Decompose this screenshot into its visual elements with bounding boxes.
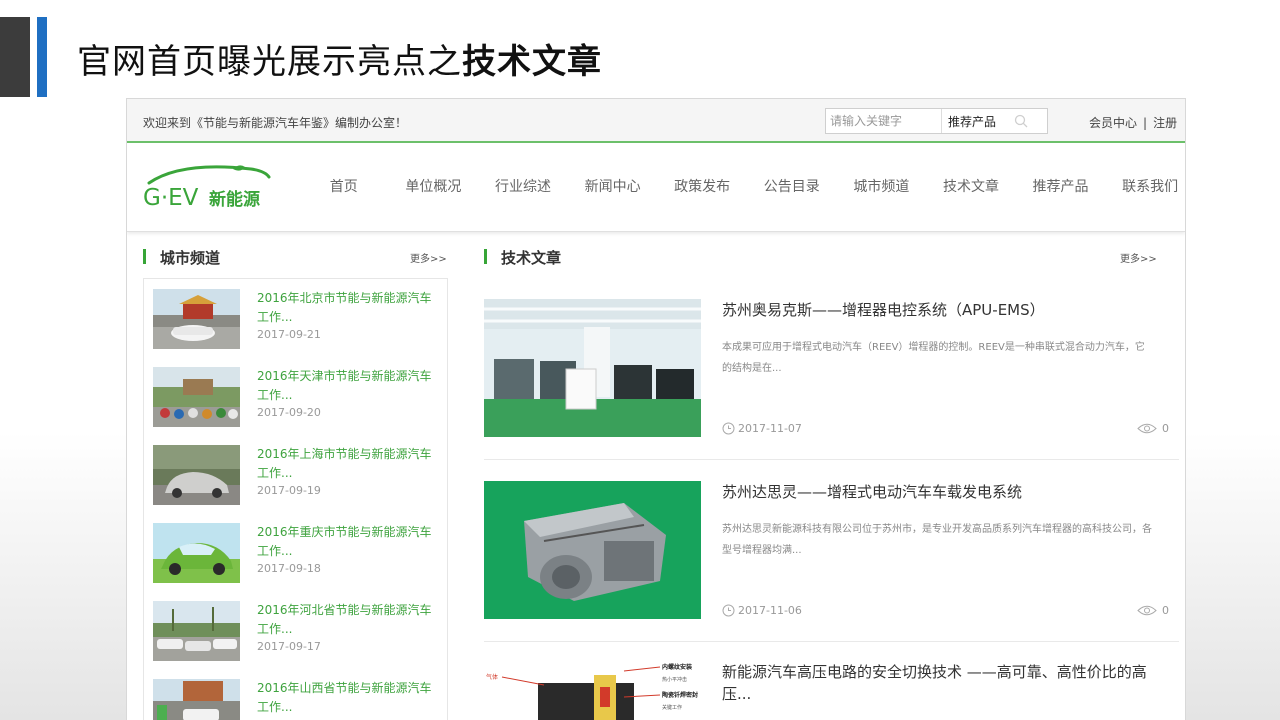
slide-title-bold: 技术文章 (462, 42, 602, 82)
nav-item-overview[interactable]: 单位概况 (389, 176, 479, 196)
city-item-title[interactable]: 2016年天津市节能与新能源汽车工作... (257, 367, 437, 405)
nav-item-policy[interactable]: 政策发布 (657, 176, 747, 196)
article-date-text: 2017-11-07 (738, 422, 802, 435)
list-item[interactable]: 2016年上海市节能与新能源汽车工作... 2017-09-19 (153, 445, 443, 507)
member-center-link[interactable]: 会员中心 (1089, 116, 1137, 130)
register-link[interactable]: 注册 (1153, 116, 1177, 130)
section-accent (484, 249, 487, 264)
article-title[interactable]: 苏州奥易克斯——增程器电控系统（APU-EMS） (722, 299, 1172, 321)
article-item[interactable]: 苏州达思灵——增程式电动汽车车载发电系统 苏州达思灵新能源科技有限公司位于苏州市… (484, 481, 1179, 641)
eye-icon (1137, 605, 1157, 616)
city-item-date: 2017-09-21 (257, 328, 321, 341)
article-views: 0 (1137, 422, 1169, 435)
nav-item-home[interactable]: 首页 (299, 176, 389, 196)
city-item-title[interactable]: 2016年重庆市节能与新能源汽车工作... (257, 523, 437, 561)
section-accent (143, 249, 146, 264)
gev-logo[interactable]: G·EV 新能源 (141, 163, 277, 213)
article-title[interactable]: 新能源汽车高压电路的安全切换技术 ——高可靠、高性价比的高压... (722, 661, 1162, 705)
article-divider (484, 641, 1179, 642)
city-thumbnail[interactable] (153, 601, 240, 661)
tech-articles-section: 技术文章 更多>> 苏州奥易克斯——增程器电控系统（APU-EMS） 本成果可应… (484, 247, 1179, 720)
diagram-label-3: 气体 (486, 673, 498, 681)
article-image-lab[interactable] (484, 299, 701, 437)
city-thumbnail[interactable] (153, 367, 240, 427)
list-item[interactable]: 2016年河北省节能与新能源汽车工作... 2017-09-17 (153, 601, 443, 663)
logo-brand-cn-text: 新能源 (209, 189, 260, 210)
search-type-select[interactable]: 推荐产品 (942, 113, 1012, 130)
article-image-relay-diagram[interactable]: 内螺纹安装 陶瓷钎焊密封 气体 热小平冲击 关键工作 (484, 661, 701, 720)
search-box: 推荐产品 (825, 108, 1048, 134)
article-item[interactable]: 苏州奥易克斯——增程器电控系统（APU-EMS） 本成果可应用于增程式电动汽车（… (484, 299, 1179, 459)
tech-articles-header: 技术文章 更多>> (484, 247, 1179, 267)
clock-icon (722, 604, 735, 617)
city-item-title[interactable]: 2016年山西省节能与新能源汽车工作... (257, 679, 437, 717)
main-nav: G·EV 新能源 首页 单位概况 行业综述 新闻中心 政策发布 公告目录 城市频… (127, 143, 1185, 232)
city-item-title[interactable]: 2016年河北省节能与新能源汽车工作... (257, 601, 437, 639)
city-thumbnail[interactable] (153, 679, 240, 720)
list-item[interactable]: 2016年北京市节能与新能源汽车工作... 2017-09-21 (153, 289, 443, 351)
nav-item-tech[interactable]: 技术文章 (926, 176, 1016, 196)
logo-brand-text: G·EV (143, 185, 199, 211)
city-list: 2016年北京市节能与新能源汽车工作... 2017-09-21 2016年天津… (143, 278, 448, 720)
article-date-text: 2017-11-06 (738, 604, 802, 617)
article-views-count: 0 (1162, 422, 1169, 435)
city-item-date: 2017-09-17 (257, 640, 321, 653)
article-title[interactable]: 苏州达思灵——增程式电动汽车车载发电系统 (722, 481, 1172, 503)
nav-item-catalog[interactable]: 公告目录 (747, 176, 837, 196)
article-desc: 苏州达思灵新能源科技有限公司位于苏州市，是专业开发高品质系列汽车增程器的高科技公… (722, 524, 1152, 556)
clock-icon (722, 422, 735, 435)
website-screenshot: 欢迎来到《节能与新能源汽车年鉴》编制办公室！ 推荐产品 会员中心 | 注册 G·EV… (126, 98, 1186, 720)
tech-articles-title: 技术文章 (501, 249, 562, 267)
article-divider (484, 459, 1179, 460)
list-item[interactable]: 2016年天津市节能与新能源汽车工作... 2017-09-20 (153, 367, 443, 429)
diagram-label-4: 热小平冲击 (662, 676, 687, 683)
nav-item-contact[interactable]: 联系我们 (1105, 176, 1185, 196)
top-bar: 欢迎来到《节能与新能源汽车年鉴》编制办公室！ 推荐产品 会员中心 | 注册 (127, 99, 1185, 143)
slide-accent-dark-bar (0, 17, 30, 97)
city-channel-title: 城市频道 (160, 249, 221, 267)
search-icon[interactable] (1014, 114, 1028, 128)
diagram-label-2: 陶瓷钎焊密封 (662, 691, 698, 699)
welcome-text: 欢迎来到《节能与新能源汽车年鉴》编制办公室！ (143, 116, 408, 130)
nav-item-city[interactable]: 城市频道 (837, 176, 927, 196)
slide-title: 官网首页曝光展示亮点之技术文章 (77, 34, 602, 83)
slide-title-main: 官网首页曝光展示亮点之 (77, 42, 462, 82)
nav-item-products[interactable]: 推荐产品 (1016, 176, 1106, 196)
search-input[interactable] (826, 109, 942, 133)
diagram-label-1: 内螺纹安装 (662, 663, 692, 671)
city-item-date: 2017-09-20 (257, 406, 321, 419)
article-item[interactable]: 内螺纹安装 陶瓷钎焊密封 气体 热小平冲击 关键工作 新能源汽车高压电路的安全切… (484, 661, 1179, 720)
city-thumbnail[interactable] (153, 523, 240, 583)
city-item-date: 2017-09-18 (257, 562, 321, 575)
slide-accent-blue-bar (37, 17, 47, 97)
article-date: 2017-11-07 (722, 422, 802, 435)
article-date: 2017-11-06 (722, 604, 802, 617)
article-views: 0 (1137, 604, 1169, 617)
nav-item-industry[interactable]: 行业综述 (478, 176, 568, 196)
article-desc: 本成果可应用于增程式电动汽车（REEV）增程器的控制。REEV是一种串联式混合动… (722, 342, 1145, 374)
article-views-count: 0 (1162, 604, 1169, 617)
eye-icon (1137, 423, 1157, 434)
nav-items: 首页 单位概况 行业综述 新闻中心 政策发布 公告目录 城市频道 技术文章 推荐… (299, 176, 1185, 196)
user-links: 会员中心 | 注册 (1089, 114, 1177, 131)
city-channel-more-link[interactable]: 更多>> (410, 250, 447, 265)
diagram-label-5: 关键工作 (662, 704, 682, 711)
city-item-title[interactable]: 2016年北京市节能与新能源汽车工作... (257, 289, 437, 327)
city-channel-section: 城市频道 更多>> 2016年北京市节能与新能源汽车工作... 2017-09-… (143, 247, 448, 720)
city-item-date: 2017-09-19 (257, 484, 321, 497)
article-image-engine[interactable] (484, 481, 701, 619)
list-item[interactable]: 2016年重庆市节能与新能源汽车工作... 2017-09-18 (153, 523, 443, 585)
list-item[interactable]: 2016年山西省节能与新能源汽车工作... (153, 679, 443, 720)
city-channel-header: 城市频道 更多>> (143, 247, 448, 267)
link-separator: | (1143, 116, 1148, 130)
nav-item-news[interactable]: 新闻中心 (568, 176, 658, 196)
city-item-title[interactable]: 2016年上海市节能与新能源汽车工作... (257, 445, 437, 483)
city-thumbnail[interactable] (153, 445, 240, 505)
tech-articles-more-link[interactable]: 更多>> (1120, 250, 1157, 265)
city-thumbnail[interactable] (153, 289, 240, 349)
